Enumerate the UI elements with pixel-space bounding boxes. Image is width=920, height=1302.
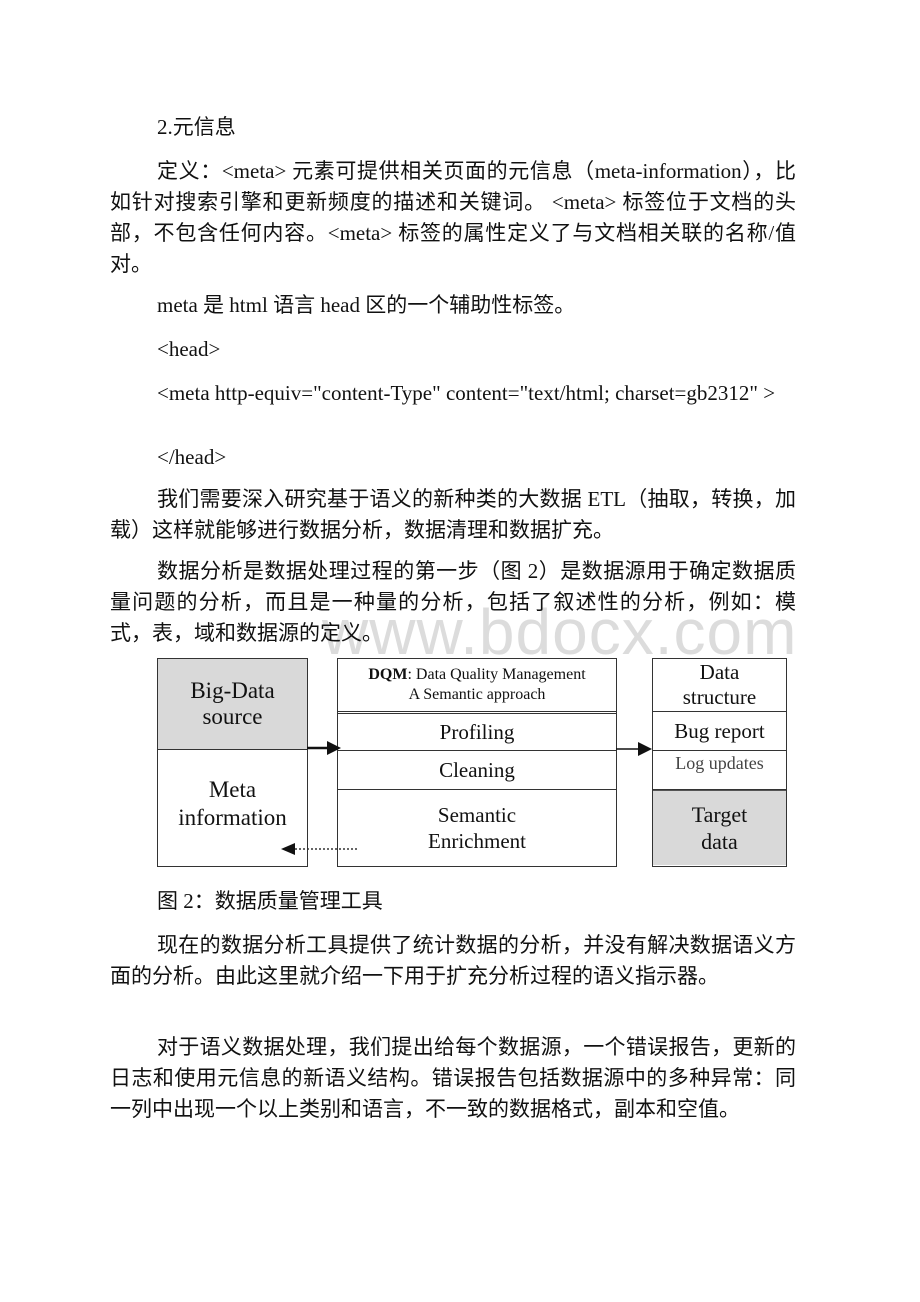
target-data-cell: Target data [653, 790, 786, 865]
log-updates-cell: Log updates [653, 751, 786, 790]
big-data-source-box: Big-Data source Meta information [157, 658, 308, 867]
meta-information-label: Meta information [178, 776, 287, 830]
cleaning-cell: Cleaning [338, 751, 616, 790]
code-head-open: <head> [157, 337, 221, 361]
big-data-source-cell: Big-Data source [158, 659, 307, 750]
paragraph-etl: 我们需要深入研究基于语义的新种类的大数据 ETL（抽取，转换，加载）这样就能够进… [110, 487, 796, 542]
big-data-source-label: Big-Data source [190, 678, 275, 729]
profiling-label: Profiling [439, 719, 515, 744]
paragraph-profiling: 数据分析是数据处理过程的第一步（图 2）是数据源用于确定数据质量问题的分析，而且… [110, 559, 796, 645]
cleaning-label: Cleaning [439, 757, 515, 782]
dqm-header-cell: DQM: Data Quality Management A Semantic … [338, 659, 616, 714]
meta-information-cell: Meta information [158, 750, 307, 865]
bug-report-label: Bug report [674, 718, 765, 743]
paragraph-semantic-processing: 对于语义数据处理，我们提出给每个数据源，一个错误报告，更新的日志和使用元信息的新… [110, 1035, 796, 1121]
semantic-enrichment-label: Semantic Enrichment [428, 802, 526, 853]
dqm-header-line2: A Semantic approach [408, 686, 546, 703]
log-updates-label: Log updates [675, 753, 764, 773]
arrow-enrichment-to-meta [281, 843, 357, 855]
target-data-label: Target data [691, 802, 748, 854]
code-meta-tag: <meta http-equiv="content-Type" content=… [157, 381, 776, 405]
figure-caption: 图 2：数据质量管理工具 [157, 889, 383, 913]
output-box: Data structure Bug report Log updates Ta… [652, 658, 787, 867]
section-heading: 2.元信息 [157, 115, 236, 139]
semantic-enrichment-cell: Semantic Enrichment [338, 790, 616, 865]
bug-report-cell: Bug report [653, 712, 786, 751]
paragraph-meta-intro: meta 是 html 语言 head 区的一个辅助性标签。 [157, 293, 576, 317]
profiling-cell: Profiling [338, 714, 616, 751]
arrow-source-to-dqm [307, 741, 341, 755]
data-structure-label: Data structure [682, 660, 757, 709]
paragraph-current-tools: 现在的数据分析工具提供了统计数据的分析，并没有解决数据语义方面的分析。由此这里就… [110, 933, 796, 988]
arrow-dqm-to-output [616, 742, 652, 756]
data-structure-cell: Data structure [653, 659, 786, 712]
paragraph-definition: 定义：<meta> 元素可提供相关页面的元信息（meta-information… [110, 159, 796, 276]
dqm-title: : Data Quality Management [407, 666, 586, 683]
code-head-close: </head> [157, 445, 227, 469]
dqm-header-line1: DQM: Data Quality Management [368, 665, 585, 685]
dqm-box: DQM: Data Quality Management A Semantic … [337, 658, 617, 867]
dqm-acronym: DQM [368, 666, 408, 683]
